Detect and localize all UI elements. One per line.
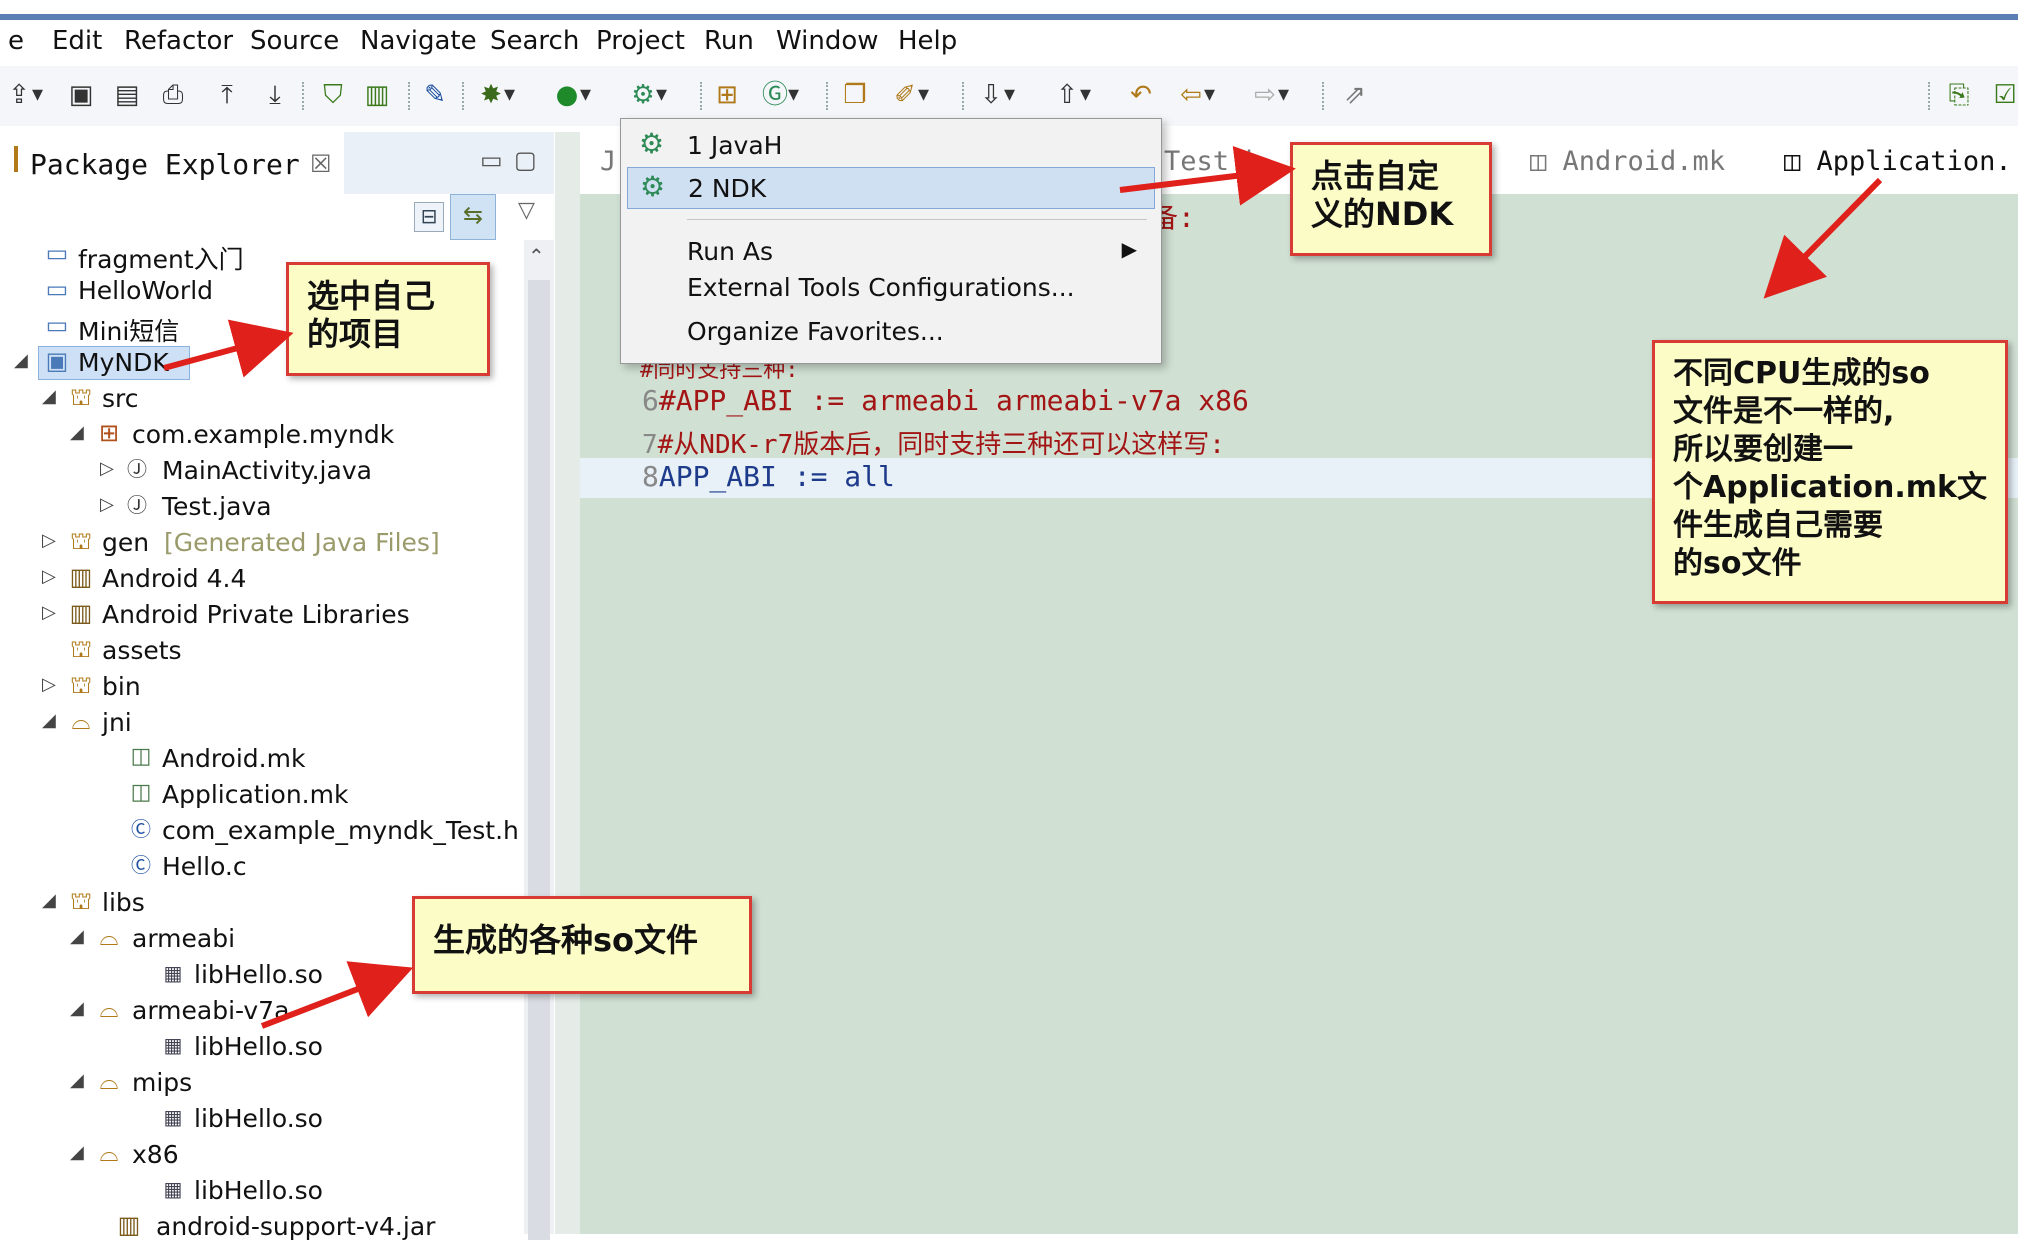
arrow-to-project: [163, 319, 294, 378]
arrow-to-so-files: [260, 961, 414, 1029]
annotation-arrows: [163, 146, 1883, 1029]
arrow-to-application-mk: [1763, 177, 1883, 299]
arrow-to-ndk: [1119, 146, 1296, 206]
